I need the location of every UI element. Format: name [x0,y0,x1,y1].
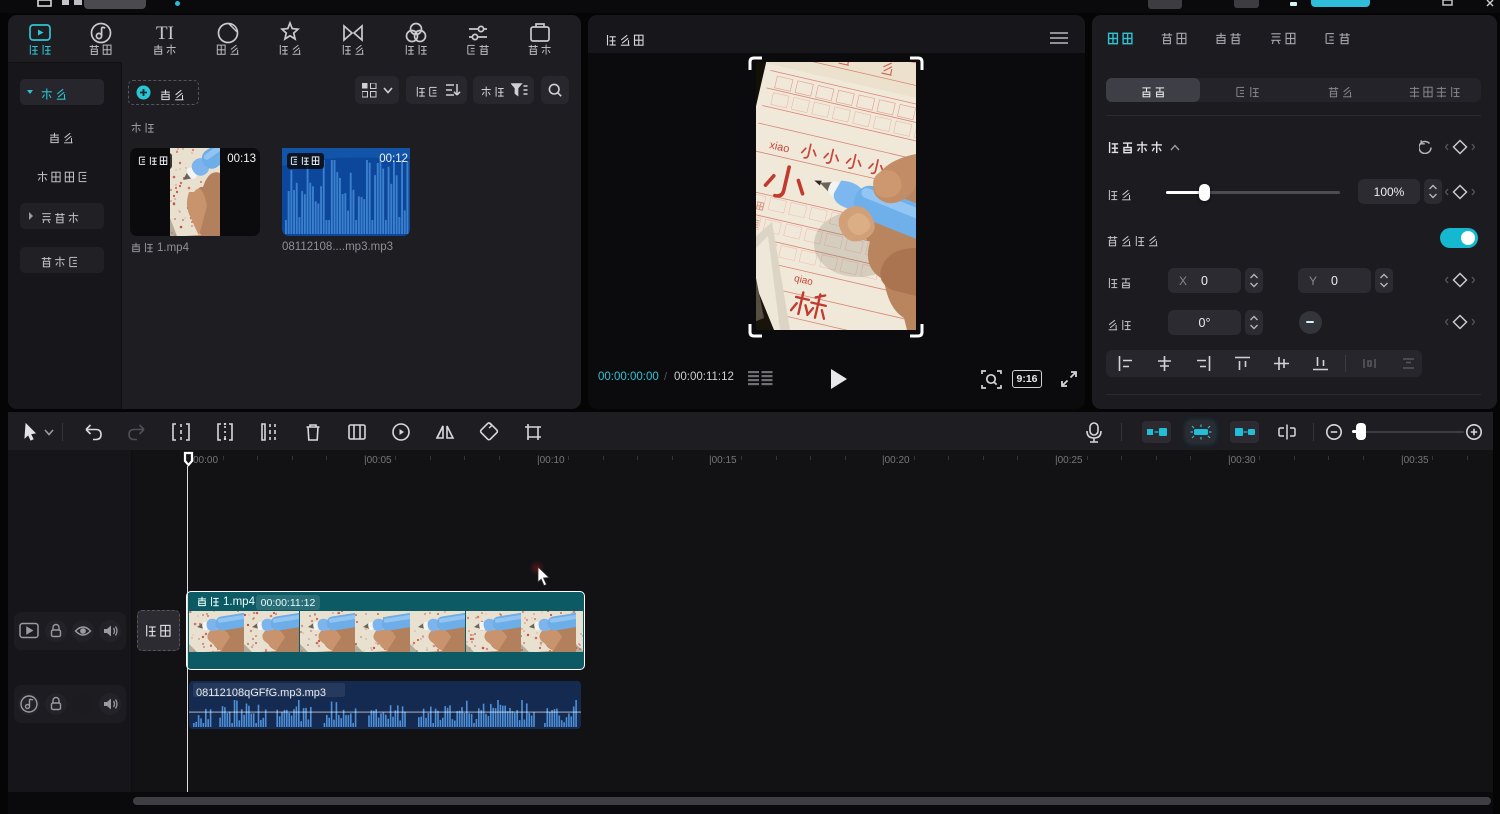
svg-text:TI: TI [156,23,174,44]
